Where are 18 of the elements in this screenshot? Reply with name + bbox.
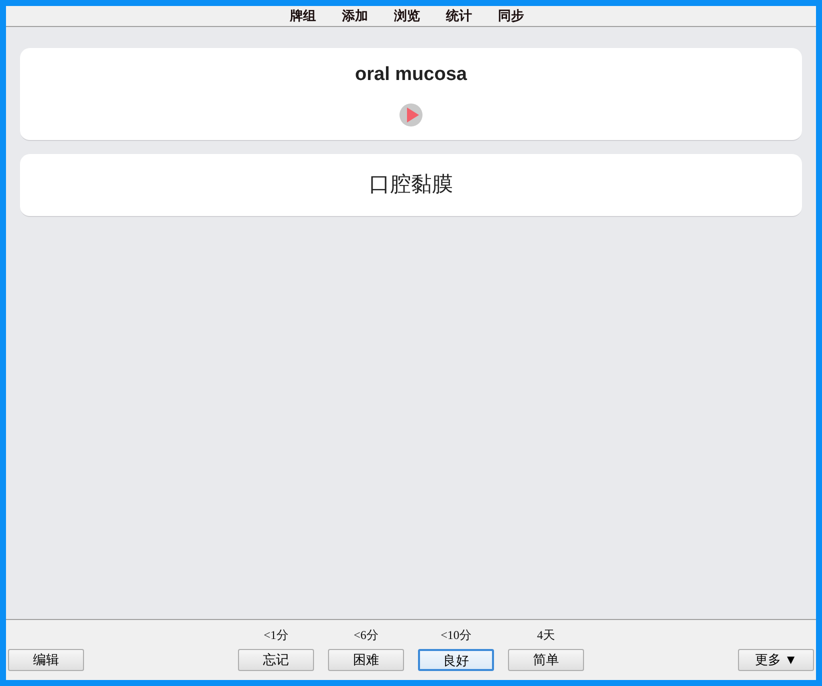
interval-label: 4天 bbox=[537, 627, 555, 644]
answer-button[interactable]: 良好 bbox=[418, 649, 494, 671]
menu-link[interactable]: 统计 bbox=[446, 6, 472, 26]
play-icon[interactable] bbox=[399, 102, 423, 126]
card-back-text: 口腔黏膜 bbox=[369, 170, 453, 198]
menu-link[interactable]: 浏览 bbox=[394, 6, 420, 26]
answer-button[interactable]: 简单 bbox=[508, 649, 584, 671]
answer-button[interactable]: 困难 bbox=[328, 649, 404, 671]
menu-link[interactable]: 牌组 bbox=[290, 6, 316, 26]
more-button[interactable]: 更多 ▼ bbox=[738, 649, 814, 671]
menu-link[interactable]: 添加 bbox=[342, 6, 368, 26]
card-front-text: oral mucosa bbox=[355, 63, 467, 87]
interval-label: <1分 bbox=[264, 627, 288, 644]
interval-label: <10分 bbox=[440, 627, 472, 644]
menu-link[interactable]: 同步 bbox=[498, 6, 524, 26]
edit-button[interactable]: 编辑 bbox=[8, 649, 84, 671]
interval-label: <6分 bbox=[354, 627, 378, 644]
answer-button[interactable]: 忘记 bbox=[238, 649, 314, 671]
